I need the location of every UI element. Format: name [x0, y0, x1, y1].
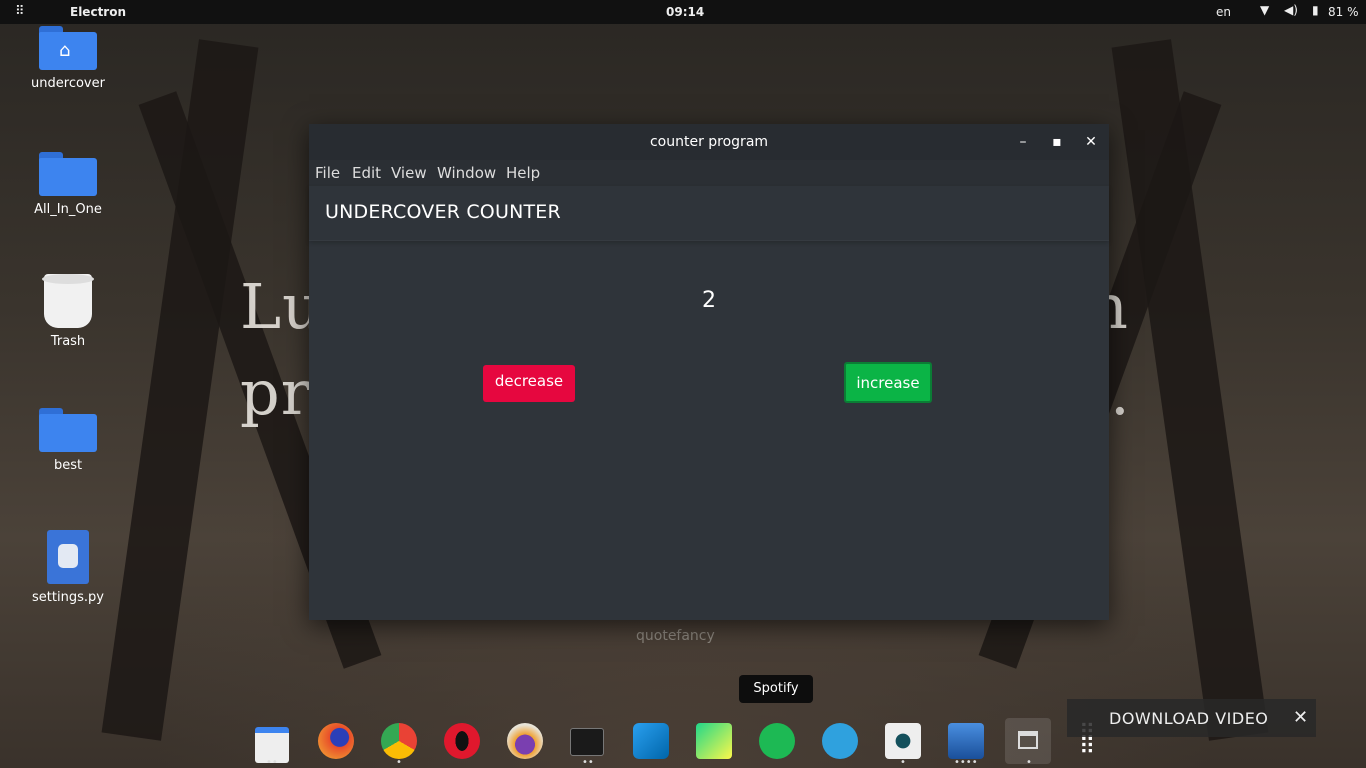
menu-file[interactable]: File — [315, 164, 340, 182]
close-button[interactable]: ✕ — [1081, 132, 1101, 152]
desktop-icon-label: undercover — [31, 76, 105, 91]
dock-opera-icon[interactable] — [444, 723, 480, 759]
dock-tor-icon[interactable] — [507, 723, 543, 759]
counter-value: 2 — [702, 288, 716, 313]
running-indicator: •• — [266, 757, 278, 768]
running-indicator: • — [900, 757, 906, 768]
app-heading: UNDERCOVER COUNTER — [325, 201, 561, 223]
menu-help[interactable]: Help — [506, 164, 540, 182]
running-indicator: •••• — [954, 757, 978, 768]
decrease-button[interactable]: decrease — [483, 365, 575, 402]
menu-view[interactable]: View — [391, 164, 427, 182]
top-bar: ⠿ Electron 09:14 en ▼ ◀) ▮ 81 % — [0, 0, 1366, 24]
app-window: counter program – ▪ ✕ File Edit View Win… — [309, 124, 1109, 620]
desktop-icon-label: settings.py — [32, 590, 104, 605]
dock-vscode-icon[interactable] — [633, 723, 669, 759]
desktop-icon-label: Trash — [50, 334, 86, 349]
desktop-icon-label: best — [53, 458, 83, 473]
download-video-label[interactable]: DOWNLOAD VIDEO — [1109, 709, 1268, 728]
dock-spotify-icon[interactable] — [759, 723, 795, 759]
close-icon[interactable]: ✕ — [1293, 707, 1308, 728]
download-video-bar[interactable]: DOWNLOAD VIDEO ✕ — [1067, 699, 1316, 737]
desktop-icon-label: All_In_One — [34, 202, 102, 217]
trash-icon — [42, 274, 94, 328]
activities-icon[interactable]: ⠿ — [15, 4, 25, 19]
dock-firefox-icon[interactable] — [318, 723, 354, 759]
wallpaper-quote: . — [1110, 356, 1131, 429]
desktop-icon-settings-py[interactable]: settings.py — [18, 530, 118, 605]
running-indicator: • — [396, 757, 402, 768]
dock-chrome-icon[interactable] — [381, 723, 417, 759]
maximize-button[interactable]: ▪ — [1047, 132, 1067, 152]
desktop-icon-all-in-one[interactable]: All_In_One — [18, 152, 118, 217]
folder-icon — [39, 152, 97, 196]
app-header: UNDERCOVER COUNTER — [309, 186, 1109, 241]
language-indicator[interactable]: en — [1216, 5, 1231, 19]
folder-icon — [39, 408, 97, 452]
active-app-name[interactable]: Electron — [70, 5, 126, 19]
dock-music-player-icon[interactable] — [885, 723, 921, 759]
window-title: counter program — [649, 134, 769, 150]
desktop-icon-undercover[interactable]: ⌂ undercover — [18, 26, 118, 91]
increase-button[interactable]: increase — [844, 362, 932, 403]
running-indicator: • — [1026, 757, 1032, 768]
menu-bar: File Edit View Window Help — [309, 160, 1109, 186]
menu-window[interactable]: Window — [437, 164, 496, 182]
dock-telegram-icon[interactable] — [822, 723, 858, 759]
battery-percent: 81 % — [1328, 5, 1359, 19]
volume-icon[interactable]: ◀) — [1284, 3, 1298, 17]
minimize-button[interactable]: – — [1013, 132, 1033, 152]
dock-downloader-icon[interactable] — [948, 723, 984, 759]
desktop-icon-trash[interactable]: Trash — [18, 274, 118, 349]
wallpaper-watermark: quotefancy — [636, 628, 715, 644]
running-indicator: •• — [582, 757, 594, 768]
dock-terminal-icon[interactable] — [570, 728, 604, 756]
python-file-icon — [47, 530, 89, 584]
dock-tooltip: Spotify — [739, 675, 813, 703]
dock-pycharm-icon[interactable] — [696, 723, 732, 759]
desktop-icon-best[interactable]: best — [18, 408, 118, 473]
clock[interactable]: 09:14 — [666, 5, 704, 19]
window-titlebar[interactable]: counter program – ▪ ✕ — [309, 124, 1109, 160]
window-icon — [1018, 731, 1038, 749]
wifi-icon[interactable]: ▼ — [1260, 3, 1269, 17]
battery-icon[interactable]: ▮ — [1312, 3, 1319, 17]
home-folder-icon: ⌂ — [39, 26, 97, 70]
menu-edit[interactable]: Edit — [352, 164, 381, 182]
